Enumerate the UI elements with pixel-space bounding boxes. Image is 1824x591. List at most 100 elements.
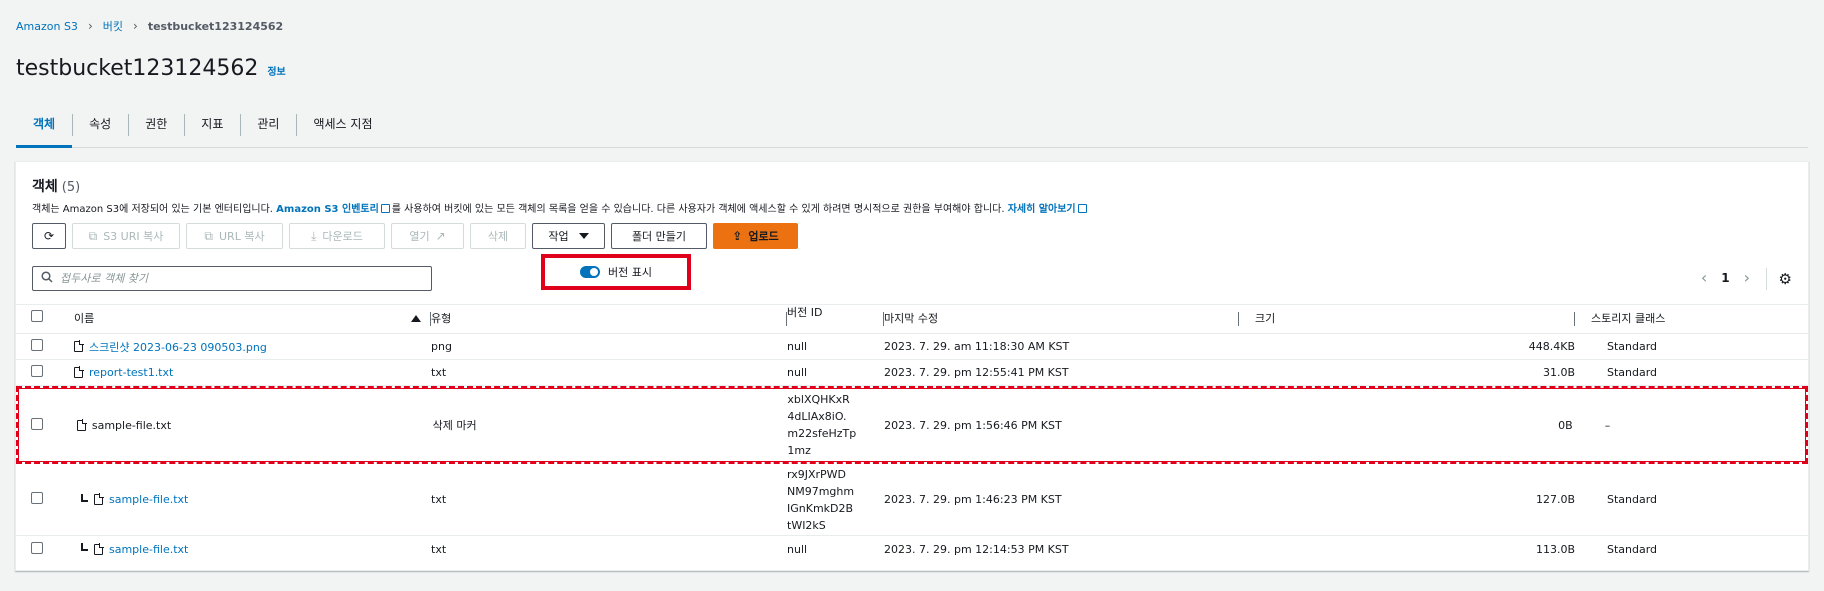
file-icon: [94, 542, 104, 555]
object-link[interactable]: sample-file.txt: [109, 543, 188, 556]
copy-icon: ⧉: [88, 228, 98, 243]
row-checkbox[interactable]: [31, 492, 43, 504]
copy-url-button[interactable]: ⧉ URL 복사: [186, 223, 283, 249]
row-checkbox[interactable]: [31, 417, 43, 430]
name-cell: sample-file.txt: [74, 493, 431, 506]
modified-cell: 2023. 7. 29. am 11:18:30 AM KST: [884, 340, 1070, 353]
upload-button[interactable]: ⇪ 업로드: [713, 223, 798, 249]
file-icon: [76, 418, 87, 431]
col-storage-class[interactable]: 스토리지 클래스: [1575, 304, 1808, 334]
chevron-right-icon[interactable]: ›: [1744, 268, 1750, 287]
refresh-button[interactable]: ⟳: [32, 223, 66, 249]
type-cell: txt: [431, 542, 447, 556]
table-row[interactable]: report-test1.txt txt null 2023. 7. 29. p…: [16, 360, 1808, 386]
row-select: [16, 492, 74, 507]
table-row[interactable]: 스크린샷 2023-06-23 090503.png png null 2023…: [16, 334, 1808, 360]
class-cell: Standard: [1607, 340, 1658, 353]
download-icon: ⤓: [311, 228, 317, 243]
table-row-delete-marker[interactable]: sample-file.txt 삭제 마커 xblXQHKxR 4dLIAx8i…: [16, 386, 1808, 464]
copy-url-label: URL 복사: [219, 230, 265, 243]
create-folder-button[interactable]: 폴더 만들기: [611, 223, 707, 249]
col-type-label: 유형: [431, 312, 452, 325]
row-checkbox[interactable]: [31, 365, 43, 377]
settings-icon[interactable]: ⚙: [1765, 268, 1792, 290]
row-checkbox[interactable]: [31, 339, 43, 351]
tab-metrics[interactable]: 지표: [184, 112, 240, 136]
version-cell: null: [787, 340, 808, 353]
objects-panel: 객체 (5) 객체는 Amazon S3에 저장되어 있는 기본 엔터티입니다.…: [15, 161, 1809, 571]
col-class-label: 스토리지 클래스: [1591, 312, 1666, 325]
col-last-modified[interactable]: 마지막 수정: [884, 304, 1239, 334]
col-name[interactable]: 이름: [74, 304, 431, 334]
actions-dropdown[interactable]: 작업: [532, 223, 605, 249]
size-cell: 113.0B: [1535, 542, 1575, 556]
breadcrumb-buckets[interactable]: 버킷: [103, 18, 123, 34]
show-versions-toggle[interactable]: 버전 표시: [541, 254, 691, 290]
object-name: sample-file.txt: [91, 418, 172, 432]
object-count: (5): [61, 180, 81, 195]
copy-s3-uri-label: S3 URI 복사: [103, 230, 164, 243]
row-select: [16, 339, 74, 354]
object-link[interactable]: sample-file.txt: [109, 493, 188, 506]
row-select: [19, 417, 77, 433]
class-cell: Standard: [1607, 542, 1658, 556]
table-row[interactable]: sample-file.txt txt null 2023. 7. 29. pm…: [16, 536, 1808, 562]
version-id-line: m22sfeHzTp: [787, 427, 857, 440]
open-button[interactable]: 열기 ↗: [391, 223, 464, 249]
delete-button[interactable]: 삭제: [470, 223, 526, 249]
class-cell: –: [1604, 418, 1611, 432]
col-size[interactable]: 크기: [1239, 304, 1575, 334]
class-cell: Standard: [1607, 366, 1658, 379]
desc-text-2: 를 사용하여 버킷에 있는 모든 객체의 목록을 얻을 수 있습니다. 다른 사…: [391, 204, 1008, 215]
chevron-right-icon: ›: [87, 19, 93, 33]
learn-more-link[interactable]: 자세히 알아보기: [1008, 204, 1076, 215]
search-box: [32, 266, 432, 291]
breadcrumb-amazon-s3[interactable]: Amazon S3: [16, 20, 78, 33]
version-id-line: tWI2kS: [787, 518, 826, 532]
search-icon: [41, 271, 53, 286]
class-cell: Standard: [1607, 493, 1658, 506]
copy-icon: ⧉: [204, 228, 213, 243]
chevron-left-icon[interactable]: ‹: [1701, 268, 1707, 287]
tab-properties[interactable]: 속성: [72, 112, 128, 136]
page-number[interactable]: 1: [1721, 271, 1729, 285]
search-input[interactable]: [60, 272, 420, 285]
objects-toolbar: ⟳ ⧉ S3 URI 복사 ⧉ URL 복사 ⤓ 다운로드 열기 ↗ 삭제 작업…: [32, 223, 798, 249]
tab-access-points[interactable]: 액세스 지점: [296, 112, 389, 136]
type-cell: txt: [431, 366, 447, 379]
info-link[interactable]: 정보: [267, 63, 285, 78]
bucket-tabs: 객체 속성 권한 지표 관리 액세스 지점: [16, 112, 1808, 148]
version-id-line: rx9JXrPWD: [787, 467, 847, 481]
col-name-label: 이름: [74, 312, 95, 325]
modified-cell: 2023. 7. 29. pm 12:55:41 PM KST: [884, 366, 1069, 379]
modified-cell: 2023. 7. 29. pm 12:14:53 PM KST: [884, 542, 1069, 556]
external-link-icon: ↗: [435, 229, 446, 243]
tab-objects[interactable]: 객체: [16, 112, 73, 148]
download-button[interactable]: ⤓ 다운로드: [289, 223, 385, 249]
object-link[interactable]: 스크린샷 2023-06-23 090503.png: [89, 339, 267, 355]
table-row[interactable]: sample-file.txt txt rx9JXrPWD NM97mghm I…: [16, 464, 1808, 536]
type-cell: 삭제 마커: [432, 419, 477, 432]
child-version-icon: [81, 493, 88, 502]
object-link[interactable]: report-test1.txt: [89, 366, 173, 379]
breadcrumb: Amazon S3 › 버킷 › testbucket123124562: [16, 18, 283, 34]
modified-cell: 2023. 7. 29. pm 1:56:46 PM KST: [884, 418, 1062, 432]
col-type[interactable]: 유형: [431, 304, 787, 334]
type-cell: png: [431, 340, 452, 353]
col-version-id[interactable]: 버전 ID: [787, 304, 884, 334]
inventory-link[interactable]: Amazon S3 인벤토리: [276, 204, 379, 215]
toggle-switch[interactable]: [580, 266, 600, 278]
name-cell: sample-file.txt: [74, 542, 431, 556]
file-icon: [74, 340, 84, 352]
tab-permissions[interactable]: 권한: [128, 112, 184, 136]
file-icon: [74, 366, 84, 378]
panel-description: 객체는 Amazon S3에 저장되어 있는 기본 엔터티입니다. Amazon…: [32, 200, 1089, 215]
sort-ascending-icon: [411, 315, 421, 322]
select-all-checkbox[interactable]: [31, 310, 43, 322]
table-header: 이름 유형 버전 ID 마지막 수정 크기 스토리지 클래스: [16, 304, 1808, 334]
copy-s3-uri-button[interactable]: ⧉ S3 URI 복사: [72, 223, 180, 249]
version-id-line: 4dLIAx8iO.: [787, 410, 847, 423]
tab-management[interactable]: 관리: [240, 112, 296, 136]
col-size-label: 크기: [1255, 312, 1276, 325]
row-checkbox[interactable]: [31, 541, 43, 554]
